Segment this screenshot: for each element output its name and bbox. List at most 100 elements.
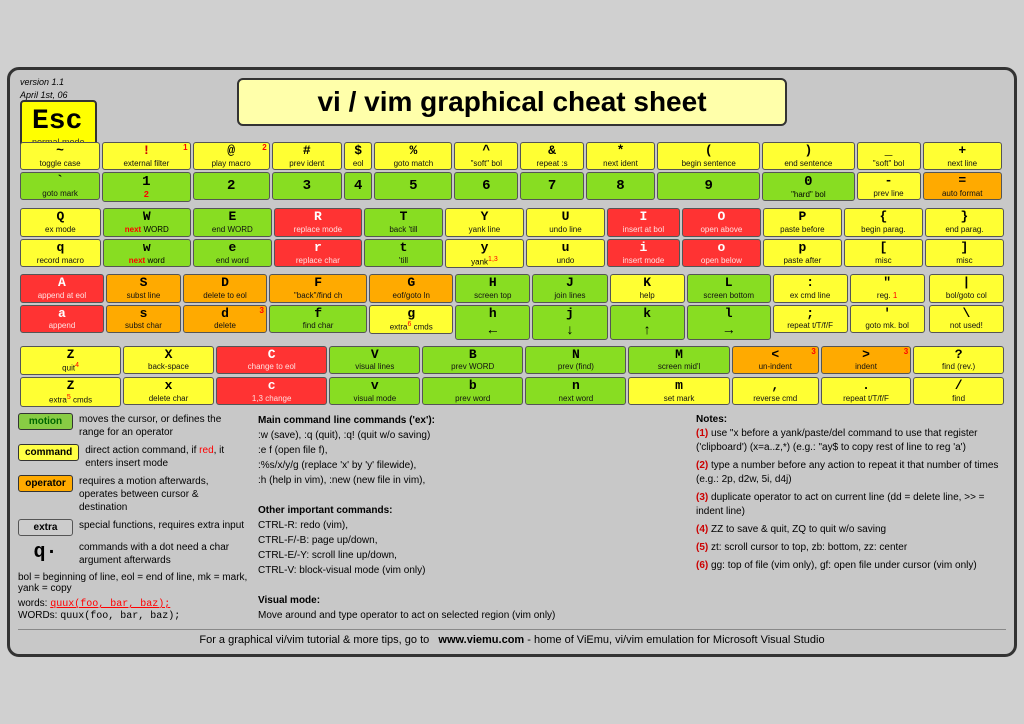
key-U-upper[interactable]: Uundo line [526,208,605,236]
key-d-lower[interactable]: ddelete3 [183,305,267,333]
key-backslash[interactable]: \not used! [929,305,1004,333]
key-n-lower[interactable]: nnext word [525,377,626,405]
key-C-upper[interactable]: Cchange to eol [216,346,328,374]
key-Y-upper[interactable]: Yyank line [445,208,524,236]
key-i-lower[interactable]: iinsert mode [607,239,680,267]
key-equals[interactable]: =auto format [923,172,1002,200]
key-l-lower[interactable]: l→ [687,305,771,340]
key-dollar[interactable]: $eol [344,142,373,170]
key-tilde[interactable]: ~toggle case [20,142,100,170]
key-z-lower[interactable]: Zextra5 cmds [20,377,121,407]
notes-section: Notes: (1) use "x before a yank/paste/de… [696,413,1006,623]
key-percent[interactable]: %goto match [374,142,452,170]
key-lt[interactable]: <un-indent3 [732,346,819,374]
key-comma[interactable]: ,reverse cmd [732,377,819,405]
key-q-lower[interactable]: qrecord macro [20,239,101,267]
key-R-upper[interactable]: Rreplace mode [274,208,362,236]
key-M-upper[interactable]: Mscreen mid'l [628,346,729,374]
key-k-lower[interactable]: k↑ [610,305,685,340]
key-o-lower[interactable]: oopen below [682,239,761,267]
key-pipe[interactable]: |bol/goto col [929,274,1004,302]
key-7[interactable]: 7 [520,172,583,200]
key-J-upper[interactable]: Jjoin lines [532,274,607,302]
key-r-lower[interactable]: rreplace char [274,239,362,267]
notes-title: Notes: [696,414,727,425]
key-V-upper[interactable]: Vvisual lines [329,346,420,374]
key-p-lower[interactable]: ppaste after [763,239,842,267]
key-8[interactable]: 8 [586,172,656,200]
key-W-upper[interactable]: Wnext WORD [103,208,191,236]
key-rbracket[interactable]: ]misc [925,239,1004,267]
key-a-lower[interactable]: aappend [20,305,104,333]
key-3[interactable]: 3 [272,172,342,200]
key-lbracket[interactable]: [misc [844,239,923,267]
key-j-lower[interactable]: j↓ [532,305,607,340]
key-colon[interactable]: :ex cmd line [773,274,848,302]
key-G-upper[interactable]: Geof/goto ln [369,274,453,302]
key-y-lower[interactable]: yyank1,3 [445,239,524,269]
visual-mode-desc: Move around and type operator to act on … [258,608,686,623]
key-u-lower[interactable]: uundo [526,239,605,267]
key-m-lower[interactable]: mset mark [628,377,729,405]
main-cmd-title: Main command line commands ('ex'): [258,415,435,426]
key-h-lower[interactable]: h← [455,305,530,340]
key-g-lower[interactable]: gextra6 cmds [369,305,453,335]
key-f-lower[interactable]: ffind char [269,305,367,333]
key-period[interactable]: .repeat t/T/f/F [821,377,911,405]
key-I-upper[interactable]: Iinsert at bol [607,208,680,236]
key-O-upper[interactable]: Oopen above [682,208,761,236]
key-question[interactable]: ?find (rev.) [913,346,1004,374]
key-slash[interactable]: /find [913,377,1004,405]
key-lbrace[interactable]: {begin parag. [844,208,923,236]
key-S-upper[interactable]: Ssubst line [106,274,181,302]
key-apostrophe[interactable]: 'goto mk. bol [850,305,925,333]
visual-mode-title: Visual mode: [258,595,320,606]
key-rparen[interactable]: )end sentence [762,142,854,170]
key-F-upper[interactable]: F"back"/find ch [269,274,367,302]
key-0[interactable]: 0"hard" bol [762,172,854,201]
key-rbrace[interactable]: }end parag. [925,208,1004,236]
key-e-lower[interactable]: eend word [193,239,272,267]
key-T-upper[interactable]: Tback 'till [364,208,443,236]
key-c-lower[interactable]: c1,3 change [216,377,328,405]
key-P-upper[interactable]: Ppaste before [763,208,842,236]
key-minus[interactable]: -prev line [857,172,921,200]
key-b-lower[interactable]: bprev word [422,377,523,405]
key-t-lower[interactable]: t'till [364,239,443,267]
key-6[interactable]: 6 [454,172,518,200]
key-L-upper[interactable]: Lscreen bottom [687,274,771,302]
key-D-upper[interactable]: Ddelete to eol [183,274,267,302]
key-2[interactable]: 2 [193,172,270,200]
key-at[interactable]: @play macro2 [193,142,270,170]
key-semicolon[interactable]: ;repeat t/T/f/F [773,305,848,333]
key-s-lower[interactable]: ssubst char [106,305,181,333]
key-9[interactable]: 9 [657,172,760,200]
key-grave[interactable]: `goto mark [20,172,100,200]
key-Q-upper[interactable]: Qex mode [20,208,101,236]
key-K-upper[interactable]: Khelp [610,274,685,302]
key-amp[interactable]: &repeat :s [520,142,583,170]
key-plus[interactable]: +next line [923,142,1002,170]
key-5[interactable]: 5 [374,172,452,200]
key-quote[interactable]: "reg. 1 [850,274,925,302]
key-lparen[interactable]: (begin sentence [657,142,760,170]
key-Z-upper[interactable]: Zquit4 [20,346,121,376]
key-caret[interactable]: ^"soft" bol [454,142,518,170]
key-N-upper[interactable]: Nprev (find) [525,346,626,374]
key-hash[interactable]: #prev ident [272,142,342,170]
key-exclaim[interactable]: !external filter1 [102,142,190,170]
key-A-upper[interactable]: Aappend at eol [20,274,104,302]
key-H-upper[interactable]: Hscreen top [455,274,530,302]
key-star[interactable]: *next ident [586,142,656,170]
operator-badge: operator [18,475,73,492]
key-B-upper[interactable]: Bprev WORD [422,346,523,374]
key-4[interactable]: 4 [344,172,373,200]
key-1[interactable]: 12 [102,172,190,202]
key-underscore[interactable]: _"soft" bol [857,142,921,170]
key-gt[interactable]: >indent3 [821,346,911,374]
key-x-lower[interactable]: xdelete char [123,377,214,405]
key-X-upper[interactable]: Xback-space [123,346,214,374]
key-v-lower[interactable]: vvisual mode [329,377,420,405]
key-E-upper[interactable]: Eend WORD [193,208,272,236]
key-w-lower[interactable]: wnext word [103,239,191,267]
